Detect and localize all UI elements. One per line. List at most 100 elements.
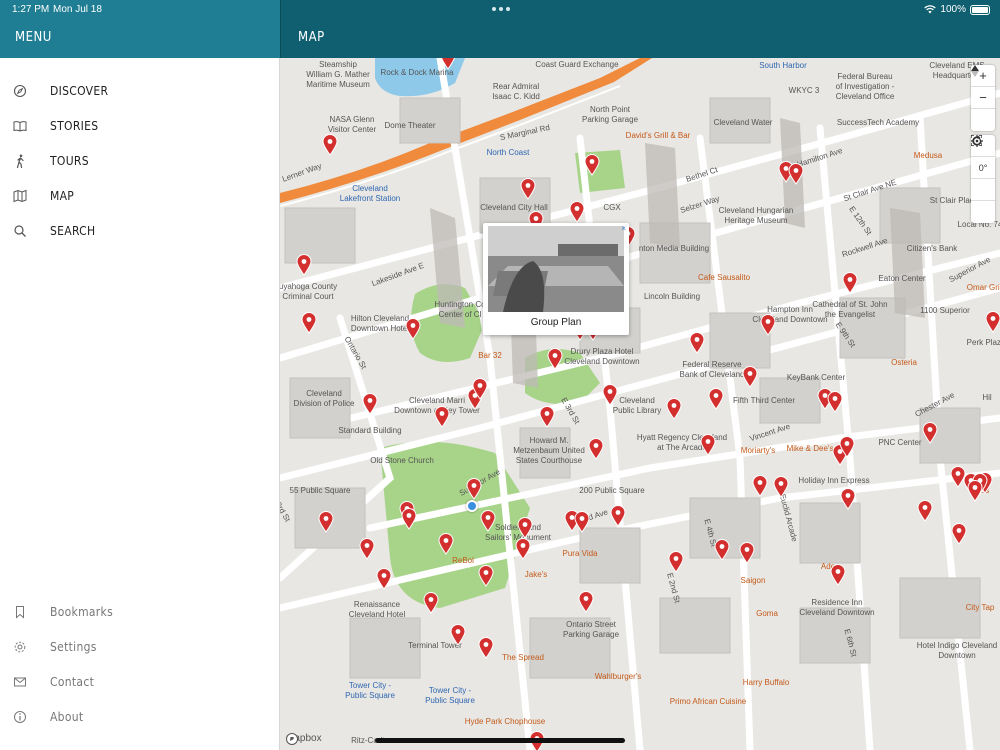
sidebar-item-bookmarks[interactable]: Bookmarks (0, 597, 280, 627)
map-pin-icon[interactable] (359, 538, 375, 560)
map-pin-icon[interactable] (478, 565, 494, 587)
sidebar-item-settings[interactable]: Settings (0, 632, 280, 662)
map-pin-icon[interactable] (520, 178, 536, 200)
map-pin-icon[interactable] (539, 406, 555, 428)
map-pin-icon[interactable] (466, 478, 482, 500)
map-pin-icon[interactable] (922, 422, 938, 444)
map-pin-icon[interactable] (574, 511, 590, 533)
map-pin-icon[interactable] (478, 637, 494, 659)
map-label-fifth-third: Fifth Third Center (732, 396, 796, 405)
map-pin-icon[interactable] (752, 475, 768, 497)
map-popup[interactable]: × Group Plan (483, 223, 629, 335)
map-view[interactable]: Steamship William G. Mather Maritime Museu… (280, 58, 1000, 750)
sidebar-item-stories[interactable]: STORIES (0, 111, 280, 141)
map-label-jakes: Jake's (524, 570, 548, 579)
map-label-fed-reserve: Federal Reserve Bank of Cleveland (679, 360, 745, 379)
map-pin-icon[interactable] (569, 201, 585, 223)
map-label-citizens: Citizen's Bank (906, 244, 958, 253)
map-pin-icon[interactable] (700, 434, 716, 456)
map-pin-icon[interactable] (917, 500, 933, 522)
reset-button[interactable] (971, 135, 995, 223)
bearing-readout[interactable]: 0° (971, 157, 995, 179)
map-pin-icon[interactable] (839, 436, 855, 458)
map-label-rebol: ReBol (452, 556, 474, 565)
map-pin-icon[interactable] (296, 254, 312, 276)
map-pin-icon[interactable] (714, 539, 730, 561)
map-pin-icon[interactable] (842, 272, 858, 294)
map-pin-icon[interactable] (689, 332, 705, 354)
map-pin-icon[interactable] (517, 517, 533, 539)
map-pin-icon[interactable] (967, 480, 983, 502)
sidebar-item-about[interactable]: About (0, 702, 280, 732)
map-pin-icon[interactable] (827, 391, 843, 413)
mapbox-attribution[interactable]: mapbox (286, 733, 322, 745)
map-pin-icon[interactable] (742, 366, 758, 388)
popup-close-button[interactable]: × (621, 224, 626, 233)
map-pin-icon[interactable] (405, 318, 421, 340)
map-pin-icon[interactable] (985, 311, 1000, 333)
map-label-n-point: North Point Parking Garage (581, 105, 639, 124)
map-pin-icon[interactable] (708, 388, 724, 410)
map-pin-icon[interactable] (322, 134, 338, 156)
map-pin-icon[interactable] (480, 510, 496, 532)
map-icon (13, 189, 27, 203)
map-label-public-sq: 55 Public Square (289, 486, 351, 495)
map-label-city-tap: City Tap (965, 603, 995, 612)
map-pin-icon[interactable] (668, 551, 684, 573)
map-pin-icon[interactable] (450, 624, 466, 646)
fullscreen-button[interactable] (971, 135, 995, 201)
map-pin-icon[interactable] (423, 592, 439, 614)
map-pin-icon[interactable] (666, 398, 682, 420)
map-label-medusa: Medusa (913, 151, 943, 160)
battery-percent: 100% (940, 4, 966, 15)
map-label-tower-city: Tower City - Public Square (345, 681, 395, 700)
map-pin-icon[interactable] (602, 384, 618, 406)
battery-icon (970, 4, 990, 15)
map-label-hungarian: Cleveland Hungarian Heritage Museum (718, 206, 794, 225)
multitasking-dots[interactable] (492, 7, 510, 11)
map-pin-icon[interactable] (547, 348, 563, 370)
sidebar-item-discover[interactable]: DISCOVER (0, 76, 280, 106)
map-label-howard: Howard M. Metzenbaum United States Courtho… (513, 436, 585, 465)
map-pin-icon[interactable] (438, 533, 454, 555)
sidebar-item-search[interactable]: SEARCH (0, 216, 280, 246)
map-pin-icon[interactable] (760, 314, 776, 336)
map-label-eaton: Eaton Center (878, 274, 926, 283)
sidebar-item-map[interactable]: MAP (0, 181, 280, 211)
map-label-hilton: Hilton Cleveland Downtown Hotel (350, 314, 410, 333)
map-pin-icon[interactable] (376, 568, 392, 590)
map-pin-icon[interactable] (840, 488, 856, 510)
map-title: MAP (298, 30, 325, 45)
map-pin-icon[interactable] (584, 154, 600, 176)
map-pin-icon[interactable] (440, 58, 456, 70)
map-pin-icon[interactable] (318, 511, 334, 533)
sidebar-item-contact[interactable]: Contact (0, 667, 280, 697)
sidebar-item-tours[interactable]: TOURS (0, 146, 280, 176)
map-label-fed-bureau: Federal Bureau of Investigation - Clevelan… (835, 72, 895, 101)
map-label-hilton-e: Hil (982, 393, 992, 402)
map-label-superior1100: 1100 Superior (920, 306, 970, 315)
map-pin-icon[interactable] (362, 393, 378, 415)
map-pin-icon[interactable] (515, 538, 531, 560)
map-pin-icon[interactable] (588, 438, 604, 460)
map-pin-icon[interactable] (739, 542, 755, 564)
mail-icon (14, 677, 26, 687)
map-pin-icon[interactable] (301, 312, 317, 334)
map-pin-icon[interactable] (610, 505, 626, 527)
compass-button[interactable] (971, 65, 995, 131)
map-pin-icon[interactable] (434, 406, 450, 428)
map-pin-icon[interactable] (773, 476, 789, 498)
sidebar-item-label: Bookmarks (50, 605, 114, 619)
map-label-successtech: SuccessTech Academy (836, 118, 920, 127)
map-pin-icon[interactable] (951, 523, 967, 545)
map-pin-icon[interactable] (578, 591, 594, 613)
map-pin-icon[interactable] (472, 378, 488, 400)
map-pin-icon[interactable] (401, 508, 417, 530)
wifi-icon (924, 5, 937, 14)
map-label-walhburgers: Wahlburger's (594, 672, 642, 681)
map-pin-icon[interactable] (830, 564, 846, 586)
map-pin-icon[interactable] (788, 163, 804, 185)
status-date: Mon Jul 18 (53, 4, 102, 15)
map-label-moriarty: Moriarty's (740, 446, 776, 455)
zoom-out-button[interactable]: − (971, 87, 995, 109)
